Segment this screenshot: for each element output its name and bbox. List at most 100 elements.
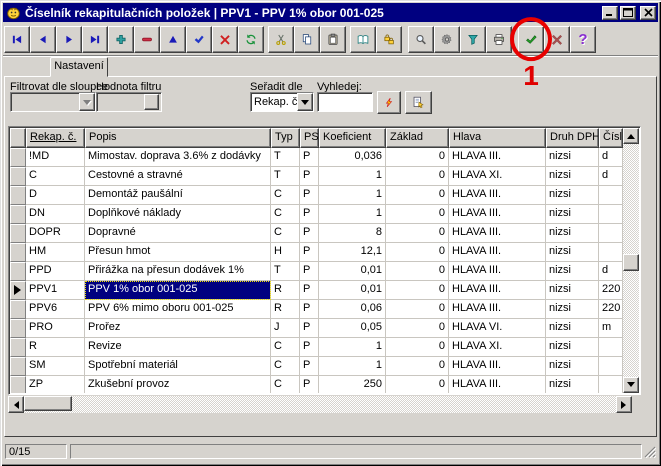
cell-rekap[interactable]: !MD bbox=[26, 148, 85, 167]
codebook-button[interactable] bbox=[350, 26, 376, 53]
cell-typ[interactable]: T bbox=[271, 167, 300, 186]
cell-rekap[interactable]: PPD bbox=[26, 262, 85, 281]
cell-typ[interactable]: C bbox=[271, 224, 300, 243]
cell-koeficient[interactable]: 0,01 bbox=[319, 281, 386, 300]
cell-druh-dph[interactable]: nizsi bbox=[546, 338, 599, 357]
cell-cisla[interactable] bbox=[599, 224, 623, 243]
cell-cisla[interactable]: d bbox=[599, 262, 623, 281]
cell-ps[interactable]: P bbox=[300, 224, 319, 243]
cell-cisla[interactable] bbox=[599, 357, 623, 376]
print-button[interactable] bbox=[486, 26, 512, 53]
filter-value-button[interactable] bbox=[144, 94, 159, 110]
settings-button[interactable] bbox=[434, 26, 460, 53]
filter-column-select[interactable] bbox=[10, 92, 96, 112]
cell-typ[interactable]: J bbox=[271, 319, 300, 338]
column-header-popis[interactable]: Popis bbox=[85, 128, 271, 148]
cell-koeficient[interactable]: 1 bbox=[319, 167, 386, 186]
cell-rekap[interactable]: D bbox=[26, 186, 85, 205]
accept-button[interactable]: 1 bbox=[518, 26, 544, 53]
cancel-edit-button[interactable] bbox=[212, 26, 238, 53]
vertical-scroll-thumb[interactable] bbox=[623, 254, 639, 271]
cell-druh-dph[interactable]: nizsi bbox=[546, 281, 599, 300]
filter-value-input[interactable] bbox=[96, 92, 162, 112]
cell-popis[interactable]: Prořez bbox=[85, 319, 271, 338]
cell-popis[interactable]: Zkušební provoz bbox=[85, 376, 271, 393]
table-row[interactable]: DN Doplňkové náklady C P 1 0 HLAVA III. … bbox=[10, 205, 623, 224]
cell-hlava[interactable]: HLAVA XI. bbox=[449, 167, 546, 186]
cell-druh-dph[interactable]: nizsi bbox=[546, 262, 599, 281]
cell-ps[interactable]: P bbox=[300, 338, 319, 357]
cell-cisla[interactable] bbox=[599, 376, 623, 393]
filter-column-dropdown-button[interactable] bbox=[79, 93, 95, 111]
cell-zaklad[interactable]: 0 bbox=[386, 148, 449, 167]
cell-popis[interactable]: Doplňkové náklady bbox=[85, 205, 271, 224]
cell-druh-dph[interactable]: nizsi bbox=[546, 205, 599, 224]
cell-hlava[interactable]: HLAVA III. bbox=[449, 186, 546, 205]
cell-rekap[interactable]: R bbox=[26, 338, 85, 357]
vertical-scrollbar[interactable] bbox=[623, 128, 639, 393]
column-header-koeficient[interactable]: Koeficient bbox=[319, 128, 386, 148]
cell-typ[interactable]: T bbox=[271, 148, 300, 167]
cell-popis[interactable]: Mimostav. doprava 3.6% z dodávky bbox=[85, 148, 271, 167]
quick-search-button[interactable] bbox=[377, 91, 401, 114]
cell-hlava[interactable]: HLAVA III. bbox=[449, 357, 546, 376]
delete-record-button[interactable] bbox=[134, 26, 160, 53]
cell-zaklad[interactable]: 0 bbox=[386, 376, 449, 393]
permissions-button[interactable] bbox=[376, 26, 402, 53]
cell-cisla[interactable] bbox=[599, 338, 623, 357]
cell-popis[interactable]: Spotřební materiál bbox=[85, 357, 271, 376]
cell-hlava[interactable]: HLAVA III. bbox=[449, 243, 546, 262]
cell-cisla[interactable]: m bbox=[599, 319, 623, 338]
table-row[interactable]: HM Přesun hmot H P 12,1 0 HLAVA III. niz… bbox=[10, 243, 623, 262]
last-record-button[interactable] bbox=[82, 26, 108, 53]
cell-ps[interactable]: P bbox=[300, 205, 319, 224]
cell-koeficient[interactable]: 1 bbox=[319, 357, 386, 376]
table-row[interactable]: PPV1 PPV 1% obor 001-025 R P 0,01 0 HLAV… bbox=[10, 281, 623, 300]
horizontal-scroll-thumb[interactable] bbox=[24, 396, 72, 411]
table-row[interactable]: ZP Zkušební provoz C P 250 0 HLAVA III. … bbox=[10, 376, 623, 393]
sort-select[interactable]: Rekap. č. bbox=[250, 92, 314, 112]
cell-koeficient[interactable]: 0,06 bbox=[319, 300, 386, 319]
cell-cisla[interactable] bbox=[599, 243, 623, 262]
cell-rekap[interactable]: PPV1 bbox=[26, 281, 85, 300]
table-row[interactable]: DOPR Dopravné C P 8 0 HLAVA III. nizsi bbox=[10, 224, 623, 243]
cell-hlava[interactable]: HLAVA III. bbox=[449, 262, 546, 281]
cell-ps[interactable]: P bbox=[300, 186, 319, 205]
cell-rekap[interactable]: PPV6 bbox=[26, 300, 85, 319]
cell-koeficient[interactable]: 1 bbox=[319, 338, 386, 357]
horizontal-scrollbar[interactable] bbox=[8, 396, 632, 413]
cell-typ[interactable]: C bbox=[271, 357, 300, 376]
cell-popis[interactable]: Přirážka na přesun dodávek 1% bbox=[85, 262, 271, 281]
help-button[interactable]: ? bbox=[570, 26, 596, 53]
scroll-up-button[interactable] bbox=[623, 128, 639, 144]
cell-zaklad[interactable]: 0 bbox=[386, 224, 449, 243]
table-row[interactable]: D Demontáž paušální C P 1 0 HLAVA III. n… bbox=[10, 186, 623, 205]
column-header-hlava[interactable]: Hlava bbox=[449, 128, 546, 148]
cell-ps[interactable]: P bbox=[300, 148, 319, 167]
cell-zaklad[interactable]: 0 bbox=[386, 205, 449, 224]
cell-typ[interactable]: H bbox=[271, 243, 300, 262]
first-record-button[interactable] bbox=[4, 26, 30, 53]
edit-record-button[interactable] bbox=[160, 26, 186, 53]
cell-ps[interactable]: P bbox=[300, 167, 319, 186]
post-edit-button[interactable] bbox=[186, 26, 212, 53]
cell-koeficient[interactable]: 12,1 bbox=[319, 243, 386, 262]
insert-record-button[interactable] bbox=[108, 26, 134, 53]
table-row[interactable]: C Cestovné a stravné T P 1 0 HLAVA XI. n… bbox=[10, 167, 623, 186]
cell-koeficient[interactable]: 1 bbox=[319, 186, 386, 205]
cell-popis[interactable]: PPV 1% obor 001-025 bbox=[85, 281, 271, 300]
cell-hlava[interactable]: HLAVA III. bbox=[449, 224, 546, 243]
cell-ps[interactable]: P bbox=[300, 262, 319, 281]
cell-zaklad[interactable]: 0 bbox=[386, 338, 449, 357]
cell-koeficient[interactable]: 0,01 bbox=[319, 262, 386, 281]
cell-typ[interactable]: C bbox=[271, 186, 300, 205]
sort-dropdown-button[interactable] bbox=[297, 93, 313, 111]
search-button[interactable] bbox=[408, 26, 434, 53]
cell-druh-dph[interactable]: nizsi bbox=[546, 319, 599, 338]
cell-popis[interactable]: Demontáž paušální bbox=[85, 186, 271, 205]
cell-koeficient[interactable]: 250 bbox=[319, 376, 386, 393]
cell-cisla[interactable]: d bbox=[599, 148, 623, 167]
column-header-cisla[interactable]: Čísla/J bbox=[599, 128, 623, 148]
column-header-rekap[interactable]: Rekap. č. bbox=[26, 128, 85, 148]
cell-cisla[interactable] bbox=[599, 205, 623, 224]
